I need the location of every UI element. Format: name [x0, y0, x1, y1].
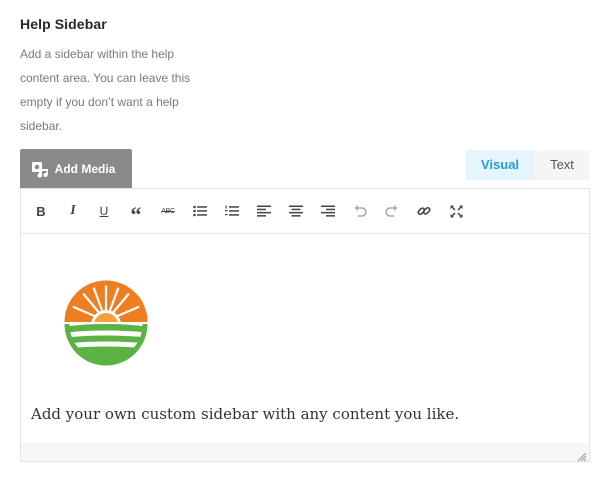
editor-statusbar	[21, 443, 589, 462]
numbered-list-icon[interactable]	[222, 201, 242, 221]
editor-content[interactable]: Add your own custom sidebar with any con…	[21, 234, 589, 442]
add-media-icon	[31, 160, 49, 178]
undo-icon[interactable]	[350, 201, 370, 221]
underline-icon[interactable]: U	[94, 201, 114, 221]
link-icon[interactable]	[414, 201, 434, 221]
bold-icon[interactable]: B	[31, 201, 51, 221]
tab-text[interactable]: Text	[534, 150, 590, 180]
editor-tabs: Visual Text	[466, 150, 590, 180]
tab-visual[interactable]: Visual	[466, 150, 534, 180]
align-left-icon[interactable]	[254, 201, 274, 221]
sun-field-logo	[61, 277, 151, 367]
redo-icon[interactable]	[382, 201, 402, 221]
strikethrough-icon[interactable]: ABC	[158, 201, 178, 221]
add-media-button[interactable]: Add Media	[20, 149, 132, 188]
align-center-icon[interactable]	[286, 201, 306, 221]
add-media-label: Add Media	[54, 161, 116, 176]
resize-handle-icon[interactable]	[577, 449, 587, 462]
align-right-icon[interactable]	[318, 201, 338, 221]
section-description: Add a sidebar within the help content ar…	[20, 47, 191, 133]
editor-toolbar: B I U “ ABC	[21, 189, 589, 234]
section-title: Help Sidebar	[20, 16, 107, 32]
bullet-list-icon[interactable]	[190, 201, 210, 221]
italic-icon[interactable]: I	[63, 201, 83, 221]
fullscreen-icon[interactable]	[446, 201, 466, 221]
content-paragraph: Add your own custom sidebar with any con…	[31, 405, 460, 423]
rich-text-editor: B I U “ ABC Add your own custom sidebar …	[20, 188, 590, 462]
blockquote-icon[interactable]: “	[126, 201, 146, 227]
